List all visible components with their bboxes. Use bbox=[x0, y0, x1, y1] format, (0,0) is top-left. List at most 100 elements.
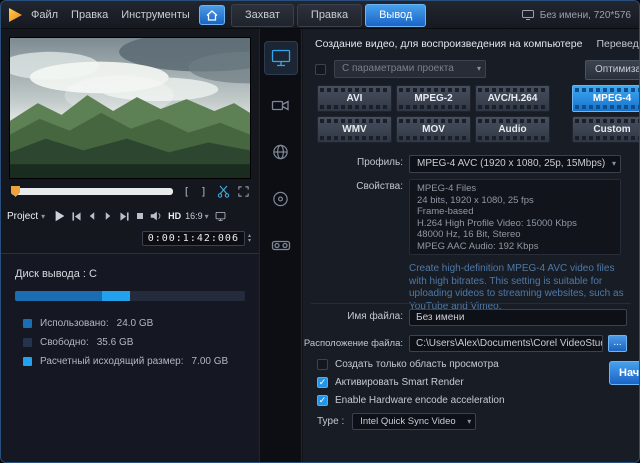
legend-swatch-used bbox=[23, 319, 32, 328]
device-icon bbox=[271, 96, 290, 114]
stop-button[interactable] bbox=[132, 208, 148, 224]
destination-device[interactable] bbox=[264, 88, 298, 122]
titlebar: Файл Правка Инструменты Настр Захват Пра… bbox=[1, 1, 639, 29]
3d-glasses-icon bbox=[271, 237, 291, 255]
start-render-button[interactable]: Начать bbox=[609, 361, 639, 385]
volume-button[interactable] bbox=[148, 208, 164, 224]
next-frame-button[interactable] bbox=[100, 208, 116, 224]
spinner-down-icon: ▾ bbox=[248, 239, 251, 244]
location-label: Расположение файла: bbox=[303, 338, 403, 349]
timecode-spinner[interactable]: ▴ ▾ bbox=[248, 234, 251, 244]
legend-label: Использовано: bbox=[40, 318, 109, 329]
format-audio-button[interactable]: Audio bbox=[475, 116, 550, 143]
destination-3d[interactable] bbox=[264, 229, 298, 263]
smart-render-checkbox[interactable]: ✓ bbox=[317, 377, 328, 388]
trim-track[interactable] bbox=[11, 188, 173, 195]
app-window: Файл Правка Инструменты Настр Захват Пра… bbox=[0, 0, 640, 463]
format-description: Create high-definition MPEG-4 AVC video … bbox=[409, 263, 627, 313]
legend-row-estimated: Расчетный исходящий размер: 7.00 GB bbox=[1, 352, 259, 371]
format-avc-h264-button[interactable]: AVC/H.264 bbox=[475, 85, 550, 112]
project-mode-label: Project bbox=[7, 211, 38, 222]
encode-type-dropdown[interactable]: Intel Quick Sync Video ▾ bbox=[352, 413, 476, 430]
preview-range-option: Создать только область просмотра bbox=[317, 359, 499, 370]
tab-edit[interactable]: Правка bbox=[297, 4, 362, 27]
hd-preview-toggle[interactable]: HD bbox=[168, 211, 181, 221]
preview-monitor-icon bbox=[214, 210, 227, 222]
output-disk-panel: Диск вывода : C Использовано: 24.0 GB Св… bbox=[1, 253, 259, 462]
display-info-icon bbox=[522, 10, 534, 20]
panel-header: Создание видео, для воспроизведения на к… bbox=[315, 38, 639, 50]
preview-panel: [ ] Project ▾ bbox=[1, 29, 259, 462]
output-settings-panel: Создание видео, для воспроизведения на к… bbox=[303, 29, 639, 462]
enlarge-preview-button[interactable] bbox=[236, 185, 251, 199]
disc-icon bbox=[271, 190, 290, 208]
legend-row-used: Использовано: 24.0 GB bbox=[1, 314, 259, 333]
filename-input[interactable]: Без имени bbox=[409, 309, 627, 326]
menu-edit[interactable]: Правка bbox=[71, 9, 108, 21]
project-info-text: Без имени, 720*576 bbox=[540, 10, 631, 21]
legend-value: 35.6 GB bbox=[97, 337, 134, 348]
hw-encode-label: Enable Hardware encode acceleration bbox=[335, 395, 505, 406]
destination-web[interactable] bbox=[264, 135, 298, 169]
properties-box: MPEG-4 Files 24 bits, 1920 x 1080, 25 fp… bbox=[409, 179, 621, 255]
destination-computer[interactable] bbox=[264, 41, 298, 75]
property-line: Frame-based bbox=[417, 206, 613, 218]
preview-range-checkbox[interactable] bbox=[317, 359, 328, 370]
timecode-value[interactable]: 0:00:1:42:006 bbox=[142, 231, 245, 246]
timecode-display: 0:00:1:42:006 ▴ ▾ bbox=[142, 231, 251, 246]
format-mov-button[interactable]: MOV bbox=[396, 116, 471, 143]
property-line: MPEG AAC Audio: 192 Kbps bbox=[417, 241, 613, 253]
end-frame-button[interactable] bbox=[116, 208, 132, 224]
profile-dropdown[interactable]: MPEG-4 AVC (1920 x 1080, 25p, 15Mbps) ▾ bbox=[409, 155, 621, 173]
menu-tools[interactable]: Инструменты bbox=[121, 9, 190, 21]
scissors-icon bbox=[217, 185, 230, 198]
property-line: 24 bits, 1920 x 1080, 25 fps bbox=[417, 195, 613, 207]
project-settings-checkbox[interactable] bbox=[315, 64, 326, 75]
hw-encode-checkbox[interactable]: ✓ bbox=[317, 395, 328, 406]
chevron-down-icon: ▾ bbox=[612, 156, 616, 172]
enlarge-icon bbox=[237, 185, 250, 198]
preview-window-button[interactable] bbox=[213, 208, 229, 224]
format-mpeg2-button[interactable]: MPEG-2 bbox=[396, 85, 471, 112]
chevron-down-icon: ▾ bbox=[41, 212, 45, 221]
property-line: H.264 High Profile Video: 15000 Kbps bbox=[417, 218, 613, 230]
app-logo-icon bbox=[7, 6, 25, 24]
speaker-icon bbox=[149, 209, 163, 223]
format-wmv-button[interactable]: WMV bbox=[317, 116, 392, 143]
browse-button[interactable]: ... bbox=[608, 335, 627, 352]
legend-value: 7.00 GB bbox=[192, 356, 229, 367]
tab-share[interactable]: Вывод bbox=[365, 4, 426, 27]
globe-icon bbox=[271, 143, 290, 161]
scrubber-handle[interactable] bbox=[11, 186, 20, 197]
home-frame-button[interactable] bbox=[68, 208, 84, 224]
mark-out-button[interactable]: ] bbox=[196, 185, 211, 199]
computer-icon bbox=[271, 49, 291, 67]
format-mpeg4-button[interactable]: MPEG-4 bbox=[572, 85, 639, 112]
landscape-frame bbox=[10, 38, 250, 178]
menu-file[interactable]: Файл bbox=[31, 9, 58, 21]
type-label: Type : bbox=[317, 416, 344, 427]
menu-bar: Файл Правка Инструменты Настр bbox=[31, 1, 197, 29]
format-custom-button[interactable]: Custom bbox=[572, 116, 639, 143]
legend-value: 24.0 GB bbox=[117, 318, 154, 329]
mark-in-button[interactable]: [ bbox=[179, 185, 194, 199]
disk-used-segment bbox=[15, 291, 102, 301]
profile-label: Профиль: bbox=[303, 157, 403, 168]
split-clip-button[interactable] bbox=[216, 185, 231, 199]
home-button[interactable] bbox=[199, 5, 225, 25]
previous-frame-button[interactable] bbox=[84, 208, 100, 224]
playback-mode-selector[interactable]: Project ▾ bbox=[7, 211, 45, 222]
project-settings-dropdown[interactable]: С параметрами проекта ▾ bbox=[334, 60, 486, 78]
aspect-ratio-label: 16:9 bbox=[185, 211, 203, 221]
format-avi-button[interactable]: AVI bbox=[317, 85, 392, 112]
location-input[interactable]: C:\Users\Alex\Documents\Corel VideoStudi… bbox=[409, 335, 603, 352]
smart-render-label: Активировать Smart Render bbox=[335, 377, 464, 388]
encode-type-row: Type : Intel Quick Sync Video ▾ bbox=[317, 413, 476, 430]
chevron-down-icon: ▾ bbox=[477, 61, 481, 77]
aspect-ratio-selector[interactable]: 16:9 ▾ bbox=[185, 211, 209, 221]
destination-disc[interactable] bbox=[264, 182, 298, 216]
tab-capture[interactable]: Захват bbox=[231, 4, 294, 27]
play-button[interactable] bbox=[52, 208, 68, 224]
optimizer-button[interactable]: Оптимизатор bbox=[585, 60, 639, 80]
project-settings-row: С параметрами проекта ▾ bbox=[315, 60, 486, 78]
